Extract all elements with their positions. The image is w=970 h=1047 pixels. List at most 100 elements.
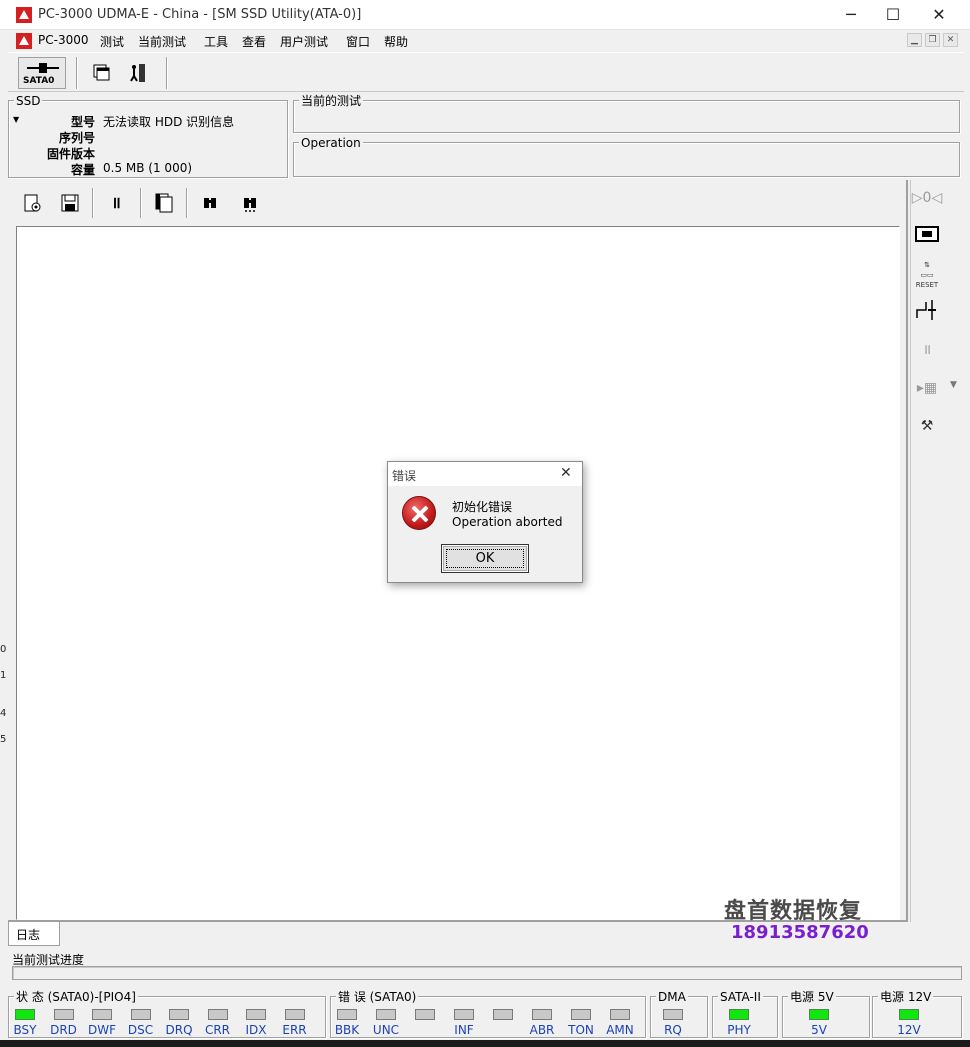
- status-led-label: ABR: [529, 1023, 555, 1037]
- status-led: [15, 1009, 35, 1020]
- status-led: [284, 1009, 305, 1020]
- edge-char: 1: [0, 670, 7, 681]
- edge-char: 0: [0, 644, 7, 655]
- model-value: 无法读取 HDD 识别信息: [103, 115, 235, 129]
- status-led: [207, 1009, 228, 1020]
- scroll-arrow-icon[interactable]: ▼: [950, 380, 957, 390]
- taskbar-strip: [0, 1040, 970, 1047]
- progress-bar: [12, 966, 962, 980]
- model-label: 型号: [70, 115, 95, 129]
- error-icon: [402, 496, 436, 530]
- status-group: 电源 5V 5V: [782, 991, 870, 1038]
- status-led-label: UNC: [372, 1023, 400, 1037]
- status-led-label: AMN: [606, 1023, 634, 1037]
- dialog-close-icon[interactable]: ✕: [560, 465, 572, 481]
- error-dialog: 错误 ✕ 初始化错误 Operation aborted OK: [387, 461, 583, 583]
- tab-log[interactable]: 日志: [8, 922, 60, 946]
- window-title: PC-3000 UDMA-E - China - [SM SSD Utility…: [38, 7, 362, 22]
- power-switch-icon[interactable]: ▷0◁: [911, 182, 943, 214]
- pause-icon[interactable]: ॥: [102, 189, 130, 217]
- operation-label: Operation: [299, 136, 363, 150]
- play-chip-icon[interactable]: ▸▦: [911, 372, 943, 404]
- status-group: 错 误 (SATA0) BBK UNC INF ABR TON AMN: [330, 991, 646, 1038]
- menu-tools[interactable]: 工具: [204, 33, 228, 50]
- menu-view[interactable]: 查看: [242, 33, 266, 50]
- operation-panel: Operation: [293, 137, 960, 177]
- status-group: SATA-II PHY: [712, 991, 778, 1038]
- find-binoculars-icon[interactable]: [196, 189, 224, 217]
- status-led-label: DRD: [50, 1023, 77, 1037]
- menu-test[interactable]: 测试: [100, 33, 124, 50]
- watermark-company: 盘首数据恢复: [724, 899, 863, 924]
- power-signal-icon[interactable]: [911, 294, 943, 326]
- firmware-label: 固件版本: [46, 147, 95, 161]
- progress-area: 当前测试进度: [8, 946, 964, 986]
- status-led-label: IDX: [245, 1023, 267, 1037]
- status-group: 状 态 (SATA0)-[PIO4] BSY DRD DWF DSC DRQ CRR IDX E…: [8, 991, 326, 1038]
- maximize-button[interactable]: ☐: [870, 0, 916, 30]
- status-led: [246, 1009, 266, 1020]
- find-next-binoculars-icon[interactable]: [236, 189, 264, 217]
- mdi-app-icon[interactable]: [16, 33, 32, 49]
- close-button[interactable]: ✕: [916, 0, 962, 30]
- pause-side-icon[interactable]: ॥: [911, 334, 943, 366]
- status-group: DMA RQ: [650, 991, 708, 1038]
- menu-user-test[interactable]: 用户测试: [280, 33, 328, 50]
- focus-rect: [446, 549, 524, 568]
- status-led-label: DWF: [87, 1023, 116, 1037]
- reset-icon[interactable]: ⇅ ▭▭ RESET: [911, 256, 943, 289]
- status-led-label: 5V: [811, 1023, 827, 1037]
- ok-button[interactable]: OK: [441, 544, 529, 573]
- status-led-label: INF: [454, 1023, 474, 1037]
- status-led-label: RQ: [664, 1023, 682, 1037]
- app-icon[interactable]: [16, 7, 32, 23]
- dialog-message-line2: Operation aborted: [452, 515, 563, 529]
- status-group-label: 电源 5V: [788, 990, 836, 1004]
- capacity-value: 0.5 MB (1 000): [103, 161, 193, 175]
- sata-port-label: SATA0: [23, 76, 55, 86]
- status-led: [169, 1009, 189, 1020]
- menu-current-test[interactable]: 当前测试: [138, 33, 186, 50]
- status-led-label: PHY: [727, 1023, 751, 1037]
- minimize-button[interactable]: ─: [828, 0, 874, 30]
- chip-board-icon[interactable]: [911, 218, 943, 250]
- ssd-group-label: SSD: [14, 94, 43, 108]
- edge-char: 4: [0, 708, 7, 719]
- status-led: [532, 1009, 552, 1020]
- copy-icon[interactable]: [150, 189, 178, 217]
- serial-label: 序列号: [58, 131, 95, 145]
- mdi-close-button[interactable]: ✕: [943, 33, 958, 47]
- mdi-minimize-button[interactable]: ▁: [907, 33, 922, 47]
- status-led-label: BSY: [13, 1023, 37, 1037]
- main-toolbar: SATA0: [8, 52, 964, 92]
- menu-window[interactable]: 窗口: [346, 33, 370, 50]
- status-led: [493, 1009, 513, 1020]
- status-led: [53, 1009, 74, 1020]
- current-test-label: 当前的测试: [299, 94, 364, 108]
- save-log-icon[interactable]: [56, 189, 84, 217]
- toolbar-separator: [140, 188, 142, 218]
- title-bar: PC-3000 UDMA-E - China - [SM SSD Utility…: [0, 0, 970, 30]
- tools-icon[interactable]: ⚒: [911, 410, 943, 442]
- status-led: [899, 1009, 919, 1020]
- exit-door-icon[interactable]: [124, 59, 152, 87]
- windows-icon[interactable]: [88, 59, 116, 87]
- sata-port-button[interactable]: SATA0: [18, 57, 66, 89]
- menu-bar: PC-3000 测试 当前测试 工具 查看 用户测试 窗口 帮助 ▁ ❐ ✕: [0, 30, 970, 52]
- mdi-restore-button[interactable]: ❐: [925, 33, 940, 47]
- status-led: [454, 1009, 474, 1020]
- ssd-info-panel: SSD ▼ 型号 无法读取 HDD 识别信息 序列号 固件版本 容量 0.5 M…: [8, 95, 288, 178]
- status-led: [130, 1009, 151, 1020]
- toolbar-separator: [166, 57, 168, 89]
- status-led-label: 12V: [897, 1023, 921, 1037]
- sata-connector-icon: [27, 63, 59, 73]
- current-test-panel: 当前的测试: [293, 95, 960, 133]
- status-group-label: 电源 12V: [878, 990, 934, 1004]
- status-led: [809, 1009, 829, 1020]
- menu-help[interactable]: 帮助: [384, 33, 408, 50]
- status-led: [92, 1009, 112, 1020]
- menu-pc3000[interactable]: PC-3000: [38, 33, 88, 47]
- open-settings-icon[interactable]: [18, 189, 46, 217]
- status-led: [610, 1009, 630, 1020]
- toolbar-separator: [186, 188, 188, 218]
